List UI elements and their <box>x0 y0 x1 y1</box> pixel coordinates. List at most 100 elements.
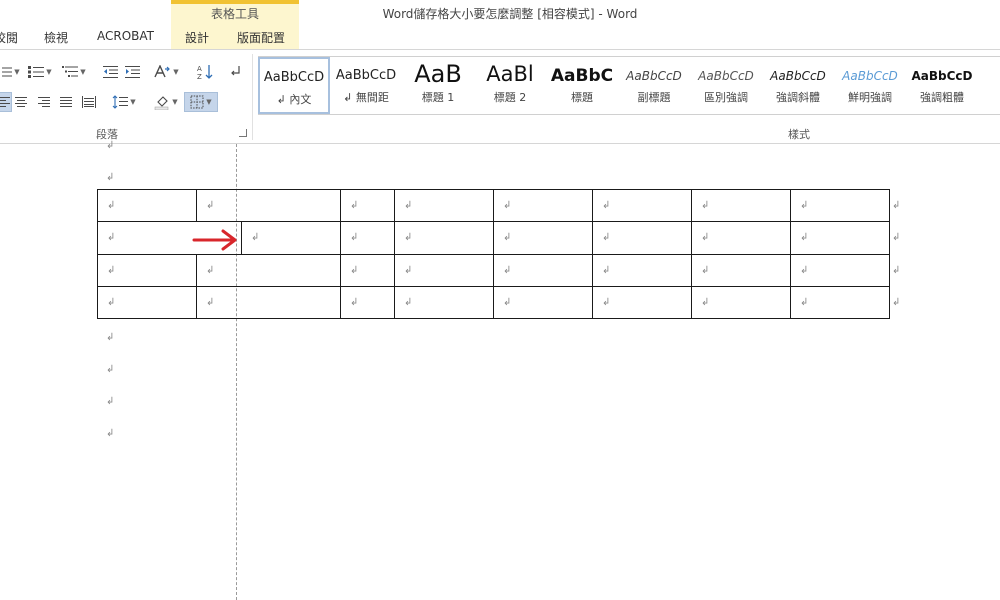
style-normal[interactable]: AaBbCcD ↲ 內文 <box>258 57 330 114</box>
style-intense-emphasis[interactable]: AaBbCcD 鮮明強調 <box>834 57 906 114</box>
align-left-icon[interactable] <box>0 92 12 112</box>
style-sample: Aa <box>978 57 1000 91</box>
style-heading-2[interactable]: AaBl 標題 2 <box>474 57 546 114</box>
style-no-spacing[interactable]: AaBbCcD ↲ 無間距 <box>330 57 402 114</box>
style-name: 標題 <box>571 91 593 104</box>
style-sample: AaBbCcD <box>911 69 973 83</box>
styles-group-label: 樣式 <box>788 128 810 141</box>
row-end-mark: ↲ <box>892 232 901 243</box>
tab-design[interactable]: 設計 <box>185 29 209 46</box>
sort-icon[interactable]: AZ <box>194 62 216 82</box>
cell-end-mark: ↲ <box>206 297 215 308</box>
cell-end-mark: ↲ <box>404 200 413 211</box>
cell-end-mark: ↲ <box>107 232 116 243</box>
shading-icon[interactable]: ▼ <box>150 92 182 112</box>
style-emphasis[interactable]: AaBbCcD 強調斜體 <box>762 57 834 114</box>
character-spacing-icon[interactable]: ▼ <box>150 62 182 82</box>
style-title[interactable]: AaBbC 標題 <box>546 57 618 114</box>
cell-end-mark: ↲ <box>800 232 809 243</box>
cell-end-mark: ↲ <box>350 200 359 211</box>
tab-review[interactable]: 校閱 <box>0 29 18 46</box>
cell-end-mark: ↲ <box>602 297 611 308</box>
row-end-mark: ↲ <box>892 265 901 276</box>
row-end-mark: ↲ <box>892 297 901 308</box>
paragraph-dialog-launcher-icon[interactable] <box>239 129 247 137</box>
group-separator <box>252 54 253 140</box>
align-right-icon[interactable] <box>35 92 53 112</box>
svg-text:A: A <box>197 65 202 73</box>
svg-text:Z: Z <box>197 73 202 80</box>
borders-icon[interactable]: ▼ <box>184 92 218 112</box>
cell-end-mark: ↲ <box>701 232 710 243</box>
style-subtle-emphasis[interactable]: AaBbCcD 區別強調 <box>690 57 762 114</box>
window-title: Word儲存格大小要怎麼調整 [相容模式] - Word <box>382 7 638 21</box>
table-cell[interactable] <box>196 254 341 287</box>
cell-end-mark: ↲ <box>701 297 710 308</box>
table-cell[interactable] <box>340 221 395 255</box>
style-name: 區別強調 <box>704 91 748 104</box>
style-heading-1[interactable]: AaB 標題 1 <box>402 57 474 114</box>
numbering-icon[interactable]: ▼ <box>24 62 56 82</box>
style-sample: AaBbCcD <box>770 69 826 83</box>
paragraph-mark: ↲ <box>106 172 115 183</box>
cell-end-mark: ↲ <box>602 200 611 211</box>
cell-end-mark: ↲ <box>701 265 710 276</box>
table-cell[interactable] <box>196 286 341 319</box>
increase-indent-icon[interactable] <box>122 62 142 82</box>
cell-end-mark: ↲ <box>800 297 809 308</box>
style-name: ↲ 無間距 <box>343 91 389 104</box>
style-name: 標題 1 <box>421 91 455 104</box>
cell-end-mark: ↲ <box>404 265 413 276</box>
style-sample: AaBl <box>486 62 534 86</box>
ribbon: ▼ ▼ ▼ ▼ AZ ▼ ▼ ▼ 段落 AaBbCcD ↲ 內文 AaBbCcD… <box>0 50 1000 144</box>
cell-end-mark: ↲ <box>350 265 359 276</box>
cell-end-mark: ↲ <box>107 265 116 276</box>
styles-gallery: AaBbCcD ↲ 內文 AaBbCcD ↲ 無間距 AaB 標題 1 AaBl… <box>258 56 1000 115</box>
table-cell[interactable] <box>196 189 341 222</box>
paragraph-mark: ↲ <box>106 332 115 343</box>
style-sample: AaBbCcD <box>263 70 325 85</box>
tab-acrobat[interactable]: ACROBAT <box>97 29 154 43</box>
cell-end-mark: ↲ <box>350 232 359 243</box>
style-strong[interactable]: AaBbCcD 強調粗體 <box>906 57 978 114</box>
style-subtitle[interactable]: AaBbCcD 副標題 <box>618 57 690 114</box>
cell-end-mark: ↲ <box>503 232 512 243</box>
style-name: 副標題 <box>637 91 671 104</box>
style-name: 標題 2 <box>493 91 527 104</box>
cell-end-mark: ↲ <box>503 297 512 308</box>
justify-icon[interactable] <box>57 92 75 112</box>
multilevel-list-icon[interactable]: ▼ <box>58 62 90 82</box>
style-name: ↲ 內文 <box>276 93 312 106</box>
cell-end-mark: ↲ <box>404 232 413 243</box>
show-marks-icon[interactable] <box>226 62 244 82</box>
cell-end-mark: ↲ <box>206 265 215 276</box>
style-name: 鮮明強調 <box>848 91 892 104</box>
bullets-icon[interactable]: ▼ <box>0 62 20 82</box>
style-name: 強調斜體 <box>776 91 820 104</box>
line-spacing-icon[interactable]: ▼ <box>108 92 140 112</box>
style-partial[interactable]: Aa <box>978 57 1000 114</box>
table-cell[interactable] <box>340 189 395 222</box>
align-center-icon[interactable] <box>12 92 30 112</box>
table-cell[interactable] <box>340 286 395 319</box>
context-accent-bar <box>171 0 299 4</box>
style-sample: AaBbCcD <box>842 69 898 83</box>
table-tools-label: 表格工具 <box>210 7 259 21</box>
tab-view[interactable]: 檢視 <box>44 29 68 46</box>
distributed-icon[interactable] <box>79 92 99 112</box>
cell-end-mark: ↲ <box>251 232 260 243</box>
paragraph-mark: ↲ <box>106 140 115 151</box>
cell-end-mark: ↲ <box>503 265 512 276</box>
row-end-mark: ↲ <box>892 200 901 211</box>
style-sample: AaBbC <box>550 66 614 86</box>
table-cell[interactable] <box>340 254 395 287</box>
decrease-indent-icon[interactable] <box>100 62 120 82</box>
paragraph-mark: ↲ <box>106 396 115 407</box>
tab-layout[interactable]: 版面配置 <box>237 29 285 46</box>
paragraph-mark: ↲ <box>106 364 115 375</box>
paragraph-mark: ↲ <box>106 428 115 439</box>
cell-end-mark: ↲ <box>602 265 611 276</box>
cell-end-mark: ↲ <box>800 200 809 211</box>
style-sample: AaBbCcD <box>698 69 754 83</box>
cell-end-mark: ↲ <box>107 297 116 308</box>
